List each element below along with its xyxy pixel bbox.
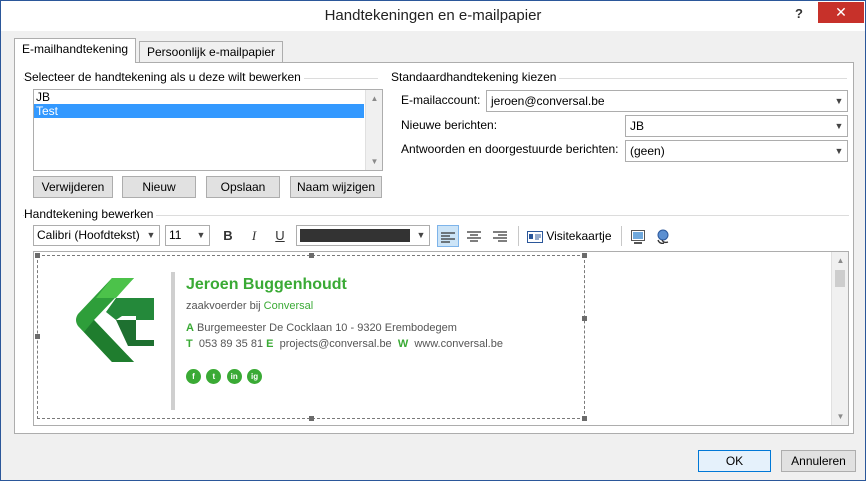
company-name: Conversal bbox=[263, 300, 314, 312]
web-prefix: W bbox=[397, 338, 409, 350]
replies-value: (geen) bbox=[630, 144, 665, 158]
chevron-down-icon[interactable]: ▼ bbox=[830, 141, 847, 161]
email-text: projects@conversal.be bbox=[279, 338, 392, 350]
align-center-icon bbox=[467, 230, 481, 242]
twitter-icon: t bbox=[206, 369, 222, 384]
conversal-logo-icon bbox=[76, 278, 154, 362]
font-size-value: 11 bbox=[169, 228, 182, 242]
align-left-icon bbox=[441, 231, 455, 243]
scroll-up-icon[interactable]: ▲ bbox=[832, 252, 848, 269]
signature-role: zaakvoerder bij Conversal bbox=[186, 300, 313, 312]
address-text: Burgemeester De Cocklaan 10 - 9320 Eremb… bbox=[197, 322, 457, 334]
email-prefix: E bbox=[266, 338, 274, 350]
help-button[interactable]: ? bbox=[787, 3, 811, 25]
title-bar: Handtekeningen en e-mailpapier ? ✕ bbox=[1, 1, 865, 31]
toolbar-separator bbox=[518, 226, 519, 246]
tab-label: E-mailhandtekening bbox=[22, 42, 129, 56]
resize-handle[interactable] bbox=[35, 334, 40, 339]
resize-handle[interactable] bbox=[309, 416, 314, 421]
editor-scrollbar[interactable]: ▲ ▼ bbox=[831, 252, 848, 425]
font-size-select[interactable]: 11 ▼ bbox=[165, 225, 210, 246]
resize-handle[interactable] bbox=[582, 253, 587, 258]
hyperlink-icon bbox=[657, 229, 669, 244]
cancel-button[interactable]: Annuleren bbox=[781, 450, 856, 472]
phone-prefix: T bbox=[186, 338, 193, 350]
signature-image-frame[interactable]: Jeroen Buggenhoudt zaakvoerder bij Conve… bbox=[35, 253, 587, 421]
replies-label: Antwoorden en doorgestuurde berichten: bbox=[401, 142, 619, 156]
address-prefix: A bbox=[186, 322, 194, 334]
new-messages-value: JB bbox=[630, 119, 645, 133]
italic-button[interactable]: I bbox=[243, 225, 265, 247]
scroll-thumb[interactable] bbox=[835, 270, 845, 287]
tab-personal-stationery[interactable]: Persoonlijk e-mailpapier bbox=[139, 41, 284, 63]
tab-email-signature[interactable]: E-mailhandtekening bbox=[14, 38, 137, 63]
business-card-icon bbox=[527, 230, 543, 243]
tab-label: Persoonlijk e-mailpapier bbox=[147, 45, 276, 59]
scroll-down-icon[interactable]: ▼ bbox=[832, 408, 848, 425]
align-right-icon bbox=[493, 230, 507, 242]
insert-hyperlink-button[interactable] bbox=[652, 225, 674, 247]
instagram-icon: ig bbox=[247, 369, 263, 384]
scroll-down-icon[interactable]: ▼ bbox=[366, 153, 383, 170]
linkedin-icon: in bbox=[226, 369, 242, 384]
chevron-down-icon[interactable]: ▼ bbox=[830, 91, 847, 111]
bold-button[interactable]: B bbox=[217, 225, 239, 247]
align-right-button[interactable] bbox=[489, 225, 511, 247]
rename-button[interactable]: Naam wijzigen bbox=[290, 176, 382, 198]
signature-address: A Burgemeester De Cocklaan 10 - 9320 Ere… bbox=[186, 322, 457, 334]
underline-button[interactable]: U bbox=[269, 225, 291, 247]
signature-list[interactable]: JB Test ▲ ▼ bbox=[33, 89, 383, 171]
list-item-selected[interactable]: Test bbox=[34, 104, 364, 118]
business-card-label: Visitekaartje bbox=[546, 229, 612, 243]
resize-handle[interactable] bbox=[309, 253, 314, 258]
scroll-up-icon[interactable]: ▲ bbox=[366, 90, 383, 107]
signatures-dialog: Handtekeningen en e-mailpapier ? ✕ E-mai… bbox=[0, 0, 866, 481]
delete-button[interactable]: Verwijderen bbox=[33, 176, 113, 198]
new-messages-select[interactable]: JB ▼ bbox=[625, 115, 848, 137]
signature-editor[interactable]: Jeroen Buggenhoudt zaakvoerder bij Conve… bbox=[33, 251, 849, 426]
new-button[interactable]: Nieuw bbox=[122, 176, 196, 198]
font-family-value: Calibri (Hoofdtekst) bbox=[37, 228, 140, 242]
chevron-down-icon[interactable]: ▼ bbox=[192, 226, 209, 245]
email-account-label: E-mailaccount: bbox=[401, 93, 481, 107]
list-scrollbar[interactable]: ▲ ▼ bbox=[365, 90, 382, 170]
close-button[interactable]: ✕ bbox=[818, 2, 864, 23]
chevron-down-icon[interactable]: ▼ bbox=[830, 116, 847, 136]
insert-picture-button[interactable] bbox=[627, 225, 649, 247]
select-signature-group-label: Selecteer de handtekening als u deze wil… bbox=[24, 70, 304, 84]
signature-divider bbox=[171, 272, 175, 410]
email-account-select[interactable]: jeroen@conversal.be ▼ bbox=[486, 90, 848, 112]
chevron-down-icon[interactable]: ▼ bbox=[412, 226, 429, 245]
email-account-value: jeroen@conversal.be bbox=[491, 94, 605, 108]
picture-icon bbox=[631, 229, 645, 244]
font-color-swatch bbox=[300, 229, 410, 242]
signature-contact: T 053 89 35 81 E projects@conversal.be W… bbox=[186, 338, 503, 350]
font-family-select[interactable]: Calibri (Hoofdtekst) ▼ bbox=[33, 225, 160, 246]
chevron-down-icon[interactable]: ▼ bbox=[142, 226, 159, 245]
signature-name: Jeroen Buggenhoudt bbox=[186, 276, 347, 293]
list-item[interactable]: JB bbox=[34, 90, 364, 104]
font-color-select[interactable]: ▼ bbox=[296, 225, 430, 246]
toolbar-separator bbox=[621, 226, 622, 246]
new-messages-label: Nieuwe berichten: bbox=[401, 118, 498, 132]
resize-handle[interactable] bbox=[35, 253, 40, 258]
resize-handle[interactable] bbox=[582, 416, 587, 421]
social-icons: f t in ig bbox=[186, 368, 264, 384]
replies-select[interactable]: (geen) ▼ bbox=[625, 140, 848, 162]
web-text: www.conversal.be bbox=[414, 338, 503, 350]
window-title: Handtekeningen en e-mailpapier bbox=[324, 7, 542, 24]
ok-button[interactable]: OK bbox=[698, 450, 771, 472]
phone-text: 053 89 35 81 bbox=[198, 338, 264, 350]
facebook-icon: f bbox=[186, 369, 201, 384]
align-center-button[interactable] bbox=[463, 225, 485, 247]
save-button[interactable]: Opslaan bbox=[206, 176, 280, 198]
role-text: zaakvoerder bij bbox=[186, 300, 261, 312]
edit-signature-group-label: Handtekening bewerken bbox=[24, 207, 157, 221]
business-card-button[interactable]: Visitekaartje bbox=[527, 227, 612, 247]
align-left-button[interactable] bbox=[437, 225, 459, 247]
default-signature-group-label: Standaardhandtekening kiezen bbox=[391, 70, 560, 84]
resize-handle[interactable] bbox=[582, 316, 587, 321]
